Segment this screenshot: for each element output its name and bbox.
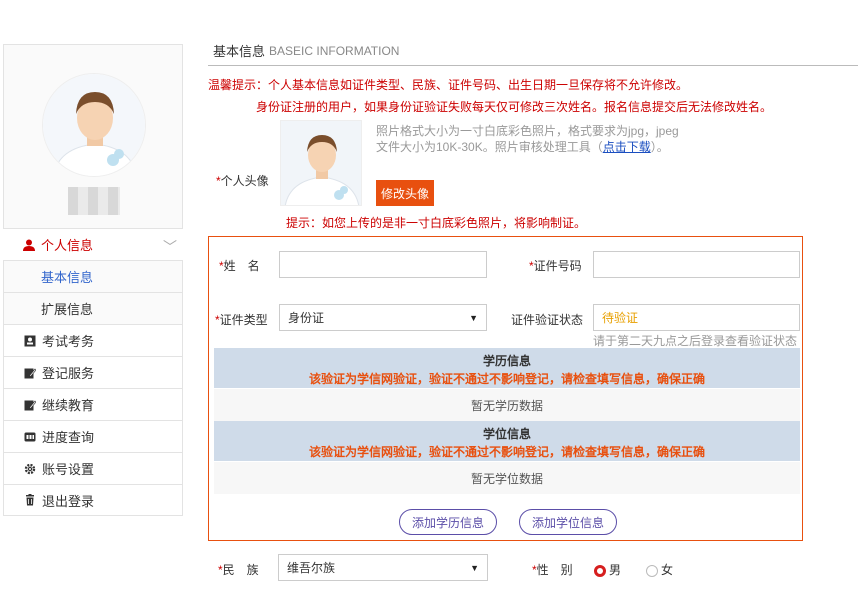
menu-exam-affairs[interactable]: 考试考务 bbox=[3, 324, 183, 356]
section-header: 基本信息 BASEIC INFORMATION bbox=[208, 36, 858, 66]
menu-label: 登记服务 bbox=[42, 366, 95, 381]
menu-label: 个人信息 bbox=[41, 238, 94, 253]
section-title-en: BASEIC INFORMATION bbox=[269, 43, 400, 58]
verify-status-value: 待验证 bbox=[602, 311, 639, 325]
ethnicity-value: 维吾尔族 bbox=[287, 561, 336, 575]
gender-male-option[interactable]: 男 bbox=[594, 561, 621, 578]
menu-label: 账号设置 bbox=[42, 462, 95, 477]
verify-status-field: 待验证 bbox=[593, 304, 800, 331]
download-tool-link[interactable]: 点击下载 bbox=[603, 140, 651, 154]
id-card-icon bbox=[24, 335, 36, 347]
menu-label: 继续教育 bbox=[42, 398, 95, 413]
name-input[interactable] bbox=[279, 251, 487, 278]
progress-icon bbox=[24, 431, 36, 443]
menu-continuing-education[interactable]: 继续教育 bbox=[3, 388, 183, 420]
identity-form: *姓 名 *证件号码 *证件类型 身份证 ▼ 证件验证状态 待验证 请于第二天九… bbox=[208, 236, 803, 541]
education-empty: 暂无学历数据 bbox=[214, 389, 800, 421]
submenu-basic-info[interactable]: 基本信息 bbox=[3, 260, 183, 292]
id-number-input[interactable] bbox=[593, 251, 800, 278]
gender-female-option[interactable]: 女 bbox=[646, 561, 673, 578]
education-title: 学历信息 bbox=[482, 354, 531, 368]
trash-icon bbox=[24, 494, 36, 506]
degree-title: 学位信息 bbox=[482, 427, 531, 441]
id-number-label: *证件号码 bbox=[529, 259, 582, 273]
add-education-button[interactable]: 添加学历信息 bbox=[399, 509, 498, 535]
username-blurred bbox=[68, 187, 120, 215]
notice-line-1: 温馨提示：个人基本信息如证件类型、民族、证件号码、出生日期一旦保存将不允许修改。 bbox=[208, 78, 689, 92]
photo-warning: 提示：如您上传的是非一寸白底彩色照片，将影响制证。 bbox=[286, 216, 587, 230]
degree-info-band: 学位信息 该验证为学信网验证，验证不通过不影响登记，请检查填写信息，确保正确 bbox=[214, 421, 800, 461]
section-title: 基本信息 bbox=[213, 44, 266, 59]
user-icon bbox=[23, 239, 35, 251]
radio-selected-icon[interactable] bbox=[594, 564, 606, 577]
menu-account-settings[interactable]: 账号设置 bbox=[3, 452, 183, 484]
submenu-label: 基本信息 bbox=[41, 270, 94, 285]
menu-logout[interactable]: 退出登录 bbox=[3, 484, 183, 516]
menu-label: 考试考务 bbox=[42, 334, 95, 349]
change-photo-button[interactable]: 修改头像 bbox=[376, 180, 435, 206]
education-info-band: 学历信息 该验证为学信网验证，验证不通过不影响登记，请检查填写信息，确保正确 bbox=[214, 348, 800, 388]
photo-size-tip: 文件大小为10K-30K。照片审核处理工具（点击下载）。 bbox=[376, 140, 669, 154]
verify-note: 请于第二天九点之后登录查看验证状态 bbox=[593, 334, 798, 348]
photo-format-tip: 照片格式大小为一寸白底彩色照片，格式要求为jpg，jpeg bbox=[376, 124, 679, 138]
profile-card bbox=[3, 44, 183, 228]
current-photo bbox=[280, 120, 362, 206]
id-type-label: *证件类型 bbox=[215, 313, 268, 327]
ethnicity-select[interactable]: 维吾尔族 ▼ bbox=[278, 554, 488, 581]
photo-label: *个人头像 bbox=[216, 174, 269, 188]
submenu-label: 扩展信息 bbox=[41, 302, 94, 317]
edit-icon bbox=[24, 399, 37, 411]
education-subtitle: 该验证为学信网验证，验证不通过不影响登记，请检查填写信息，确保正确 bbox=[308, 372, 705, 386]
id-type-value: 身份证 bbox=[288, 311, 325, 325]
chevron-down-icon: ﹀ bbox=[163, 239, 177, 255]
add-degree-button[interactable]: 添加学位信息 bbox=[519, 509, 618, 535]
main-content: 基本信息 BASEIC INFORMATION 温馨提示：个人基本信息如证件类型… bbox=[208, 36, 858, 581]
dropdown-arrow-icon: ▼ bbox=[470, 562, 479, 573]
gender-label: *性 别 bbox=[532, 563, 573, 577]
edit-icon bbox=[24, 367, 37, 379]
id-type-select[interactable]: 身份证 ▼ bbox=[279, 304, 487, 331]
menu-label: 退出登录 bbox=[42, 493, 95, 509]
gear-icon bbox=[24, 463, 36, 475]
verify-status-label: 证件验证状态 bbox=[511, 313, 584, 327]
menu-registration-service[interactable]: 登记服务 bbox=[3, 356, 183, 388]
name-label: *姓 名 bbox=[219, 259, 260, 273]
menu-label: 进度查询 bbox=[42, 430, 95, 445]
sidebar: 个人信息 ﹀ 基本信息 扩展信息 考试考务 登记服务 继续教育 进度查询 账号设… bbox=[3, 44, 183, 516]
notice-line-2: 身份证注册的用户，如果身份证验证失败每天仅可修改三次姓名。报名信息提交后无法修改… bbox=[256, 100, 773, 114]
submenu-extended-info[interactable]: 扩展信息 bbox=[3, 292, 183, 324]
menu-progress-query[interactable]: 进度查询 bbox=[3, 420, 183, 452]
dropdown-arrow-icon: ▼ bbox=[469, 312, 478, 323]
avatar bbox=[42, 73, 146, 177]
degree-empty: 暂无学位数据 bbox=[214, 462, 800, 494]
menu-personal-info[interactable]: 个人信息 ﹀ bbox=[3, 228, 183, 260]
radio-unselected-icon[interactable] bbox=[646, 564, 658, 577]
degree-subtitle: 该验证为学信网验证，验证不通过不影响登记，请检查填写信息，确保正确 bbox=[308, 445, 705, 459]
ethnicity-label: *民 族 bbox=[218, 563, 259, 577]
